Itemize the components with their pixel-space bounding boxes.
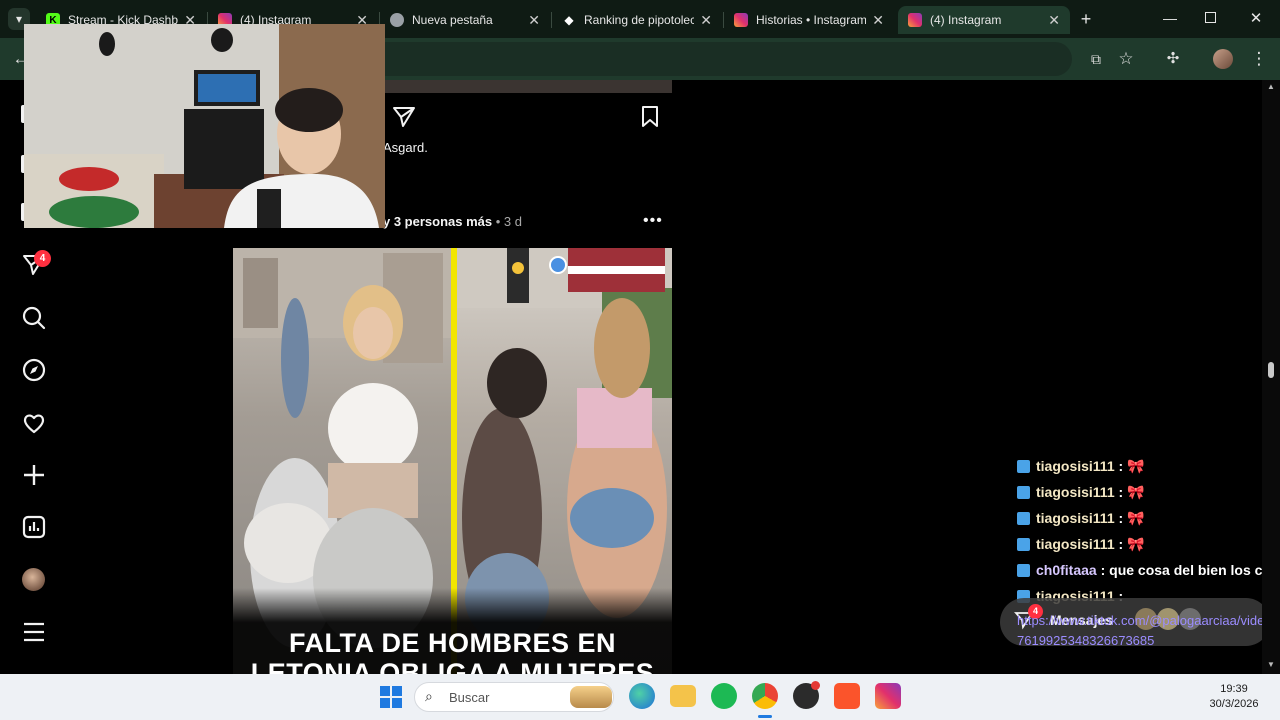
kick-badge-icon [1017,486,1030,499]
file-explorer-icon[interactable] [670,685,696,707]
close-tab-icon[interactable]: ✕ [1048,12,1060,29]
post-image[interactable]: FALTA DE HOMBRES EN LETONIA OBLIGA A MUJ… [233,248,672,674]
scrollbar-thumb[interactable] [1268,362,1274,378]
scroll-down-arrow[interactable]: ▼ [1267,660,1275,669]
post-liked-by: y 3 personas más • 3 d [383,214,522,229]
search-placeholder: Buscar [449,690,490,705]
instagram-icon [908,13,922,27]
spotify-icon[interactable] [711,683,737,709]
edge-icon[interactable] [629,683,655,709]
heart-icon[interactable] [21,410,47,436]
webcam-overlay [24,24,385,228]
clock-time: 19:39 [1220,683,1248,695]
clock-date: 30/3/2026 [1209,698,1259,710]
windows-start-icon[interactable] [379,685,403,709]
restore-icon[interactable] [1205,12,1216,23]
chrome-icon [390,13,404,27]
tab-title: Nueva pestaña [412,13,493,27]
hamburger-menu-icon[interactable] [21,619,47,645]
chat-separator: : [1114,510,1128,526]
menu-kebab-icon[interactable]: ⋮ [1248,48,1270,70]
instagram-icon [734,13,748,27]
kick-badge-icon [1017,512,1030,525]
chat-emote: 🎀 [1127,536,1145,552]
liked-by-text[interactable]: y 3 personas más [383,214,492,229]
page-scrollbar[interactable]: ▲ ▼ [1262,80,1280,674]
extensions-icon[interactable]: ✣ [1162,48,1184,70]
notification-badge: 4 [34,250,51,267]
chat-separator: : [1114,458,1128,474]
chat-username[interactable]: tiagosisi111 [1036,458,1115,474]
kick-badge-icon [1017,564,1030,577]
scroll-up-arrow[interactable]: ▲ [1267,82,1275,91]
post-caption: Asgard. [383,140,428,155]
instagram-icon[interactable] [875,683,901,709]
create-plus-icon[interactable] [21,462,47,488]
tab-instagram-active[interactable]: (4) Instagram ✕ [898,6,1070,34]
new-tab-button[interactable]: + [1076,8,1096,30]
search-highlight-image [570,686,612,708]
chat-emote: 🎀 [1127,484,1145,500]
save-bookmark-icon[interactable] [640,105,660,129]
close-tab-icon[interactable]: ✕ [872,12,884,29]
brave-icon[interactable] [834,683,860,709]
chat-separator: : [1114,536,1128,552]
chat-username[interactable]: tiagosisi111 [1036,536,1115,552]
close-tab-icon[interactable]: ✕ [528,12,540,29]
taskbar-clock[interactable]: 19:39 30/3/2026 [1196,682,1272,712]
bookmark-star-icon[interactable]: ☆ [1115,48,1137,70]
search-icon: ⌕ [425,688,433,704]
latvia-flag [568,248,665,292]
tab-title: Ranking de pipotolec [584,13,695,27]
active-app-indicator [758,715,772,718]
chat-emote: 🎀 [1127,458,1145,474]
dashboard-chart-icon[interactable] [21,514,47,540]
tab-ranking[interactable]: ◆ Ranking de pipotolec ✕ [552,6,722,34]
chat-message: tiagosisi111 : 🎀 [1017,458,1145,475]
explore-compass-icon[interactable] [21,357,47,383]
tab-title: (4) Instagram [930,13,1002,27]
tab-instagram-stories[interactable]: Historias • Instagram ✕ [724,6,894,34]
chat-username[interactable]: tiagosisi111 [1036,484,1115,500]
chat-message: tiagosisi111 : 🎀 [1017,484,1145,501]
post-time: • 3 d [495,214,522,229]
obs-recording-dot [811,681,820,690]
profile-avatar[interactable] [22,568,45,591]
tab-new-tab[interactable]: Nueva pestaña ✕ [380,6,550,34]
chat-username[interactable]: ch0fitaaa [1036,562,1097,578]
minimize-icon[interactable]: — [1162,10,1178,26]
chat-separator: : [1114,484,1128,500]
diamond-icon: ◆ [564,13,574,27]
chat-text: que cosa del bien los culos [1109,562,1280,578]
install-app-icon[interactable]: ⧉ [1085,48,1107,70]
close-tab-icon[interactable]: ✕ [700,12,712,29]
chat-message: tiagosisi111 : 🎀 [1017,536,1145,553]
verified-badge-icon [549,256,567,274]
image-caption-line2: LETONIA OBLIGA A MUJERES [250,658,655,674]
chat-separator: : [1096,562,1110,578]
search-icon[interactable] [21,305,47,331]
windows-taskbar: ⌕ Buscar 19:39 30/3/2026 [0,674,1280,720]
kick-badge-icon [1017,460,1030,473]
more-options-icon[interactable]: ••• [643,212,663,230]
image-caption-line1: FALTA DE HOMBRES EN [288,628,616,658]
kick-badge-icon [1017,538,1030,551]
chat-link[interactable]: https://www.tiktok.com/@palogaarciaa/vid… [1017,611,1279,651]
share-icon[interactable] [392,105,416,129]
close-window-icon[interactable]: ✕ [1248,9,1264,27]
chat-message: ch0fitaaa : que cosa del bien los culos [1017,562,1280,578]
chat-message: tiagosisi111 : 🎀 [1017,510,1145,527]
chrome-icon[interactable] [752,683,778,709]
taskbar-search[interactable]: ⌕ Buscar [414,682,614,712]
chat-emote: 🎀 [1127,510,1145,526]
tab-title: Historias • Instagram [756,13,867,27]
profile-avatar[interactable] [1213,49,1233,69]
chat-username[interactable]: tiagosisi111 [1036,510,1115,526]
previous-post-image[interactable] [385,80,672,93]
